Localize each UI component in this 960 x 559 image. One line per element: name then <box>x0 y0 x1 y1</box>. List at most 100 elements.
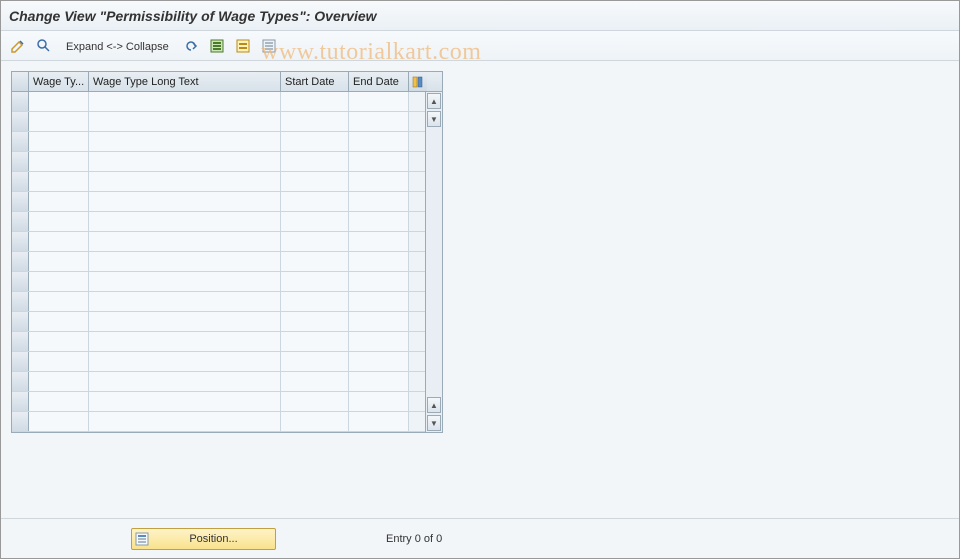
row-selector[interactable] <box>12 92 29 111</box>
table-cell[interactable] <box>281 132 349 151</box>
table-cell[interactable] <box>281 152 349 171</box>
table-cell[interactable] <box>29 172 89 191</box>
table-cell[interactable] <box>29 292 89 311</box>
table-cell[interactable] <box>349 152 409 171</box>
table-cell[interactable] <box>349 412 409 431</box>
table-cell[interactable] <box>29 132 89 151</box>
table-cell[interactable] <box>349 312 409 331</box>
table-cell[interactable] <box>89 152 281 171</box>
table-cell[interactable] <box>281 252 349 271</box>
table-cell[interactable] <box>281 332 349 351</box>
table-cell[interactable] <box>89 92 281 111</box>
table-cell[interactable] <box>89 172 281 191</box>
table-cell[interactable] <box>29 372 89 391</box>
select-all-icon[interactable] <box>206 35 228 57</box>
table-cell[interactable] <box>29 352 89 371</box>
scroll-down-small-button[interactable]: ▼ <box>427 111 441 127</box>
table-cell[interactable] <box>29 392 89 411</box>
table-cell[interactable] <box>281 292 349 311</box>
table-cell[interactable] <box>89 392 281 411</box>
table-cell[interactable] <box>349 292 409 311</box>
undo-icon[interactable] <box>180 35 202 57</box>
row-selector[interactable] <box>12 232 29 251</box>
table-cell[interactable] <box>349 372 409 391</box>
table-cell[interactable] <box>89 352 281 371</box>
row-selector[interactable] <box>12 212 29 231</box>
select-block-icon[interactable] <box>232 35 254 57</box>
table-cell[interactable] <box>89 112 281 131</box>
col-header-long-text[interactable]: Wage Type Long Text <box>89 72 281 91</box>
table-cell[interactable] <box>281 92 349 111</box>
table-cell[interactable] <box>349 172 409 191</box>
table-cell[interactable] <box>281 352 349 371</box>
expand-collapse-button[interactable]: Expand <-> Collapse <box>59 35 176 57</box>
table-cell[interactable] <box>349 92 409 111</box>
table-cell[interactable] <box>89 252 281 271</box>
table-config-icon[interactable] <box>409 72 427 91</box>
table-cell[interactable] <box>349 192 409 211</box>
scroll-track[interactable] <box>426 128 442 396</box>
table-cell[interactable] <box>29 272 89 291</box>
table-cell[interactable] <box>29 92 89 111</box>
row-selector[interactable] <box>12 392 29 411</box>
row-selector[interactable] <box>12 152 29 171</box>
row-selector[interactable] <box>12 132 29 151</box>
table-cell[interactable] <box>89 212 281 231</box>
row-selector[interactable] <box>12 292 29 311</box>
table-cell[interactable] <box>349 232 409 251</box>
table-cell[interactable] <box>281 232 349 251</box>
table-cell[interactable] <box>349 272 409 291</box>
table-cell[interactable] <box>281 172 349 191</box>
table-cell[interactable] <box>281 212 349 231</box>
row-selector[interactable] <box>12 352 29 371</box>
row-selector[interactable] <box>12 192 29 211</box>
row-selector[interactable] <box>12 112 29 131</box>
table-cell[interactable] <box>349 352 409 371</box>
table-cell[interactable] <box>89 332 281 351</box>
row-selector[interactable] <box>12 412 29 431</box>
table-cell[interactable] <box>89 312 281 331</box>
row-selector[interactable] <box>12 272 29 291</box>
table-cell[interactable] <box>89 412 281 431</box>
table-cell[interactable] <box>89 232 281 251</box>
table-cell[interactable] <box>281 312 349 331</box>
row-selector[interactable] <box>12 312 29 331</box>
position-button[interactable]: Position... <box>131 528 276 550</box>
scroll-up-button[interactable]: ▲ <box>427 93 441 109</box>
table-corner[interactable] <box>12 72 29 91</box>
table-cell[interactable] <box>29 232 89 251</box>
scroll-up-small-button[interactable]: ▲ <box>427 397 441 413</box>
table-cell[interactable] <box>281 412 349 431</box>
table-cell[interactable] <box>349 112 409 131</box>
table-cell[interactable] <box>89 372 281 391</box>
table-cell[interactable] <box>349 252 409 271</box>
table-cell[interactable] <box>89 292 281 311</box>
table-cell[interactable] <box>29 332 89 351</box>
col-header-end-date[interactable]: End Date <box>349 72 409 91</box>
table-cell[interactable] <box>29 312 89 331</box>
table-cell[interactable] <box>349 212 409 231</box>
row-selector[interactable] <box>12 372 29 391</box>
table-cell[interactable] <box>89 272 281 291</box>
table-cell[interactable] <box>29 412 89 431</box>
table-cell[interactable] <box>29 252 89 271</box>
table-cell[interactable] <box>281 192 349 211</box>
table-cell[interactable] <box>89 192 281 211</box>
table-cell[interactable] <box>349 332 409 351</box>
table-cell[interactable] <box>349 132 409 151</box>
table-cell[interactable] <box>281 272 349 291</box>
row-selector[interactable] <box>12 172 29 191</box>
row-selector[interactable] <box>12 332 29 351</box>
table-cell[interactable] <box>29 152 89 171</box>
table-cell[interactable] <box>349 392 409 411</box>
toggle-change-icon[interactable] <box>7 35 29 57</box>
table-cell[interactable] <box>89 132 281 151</box>
table-cell[interactable] <box>29 192 89 211</box>
table-cell[interactable] <box>281 392 349 411</box>
table-cell[interactable] <box>281 372 349 391</box>
other-entry-icon[interactable] <box>33 35 55 57</box>
row-selector[interactable] <box>12 252 29 271</box>
scroll-down-button[interactable]: ▼ <box>427 415 441 431</box>
deselect-all-icon[interactable] <box>258 35 280 57</box>
table-cell[interactable] <box>29 212 89 231</box>
